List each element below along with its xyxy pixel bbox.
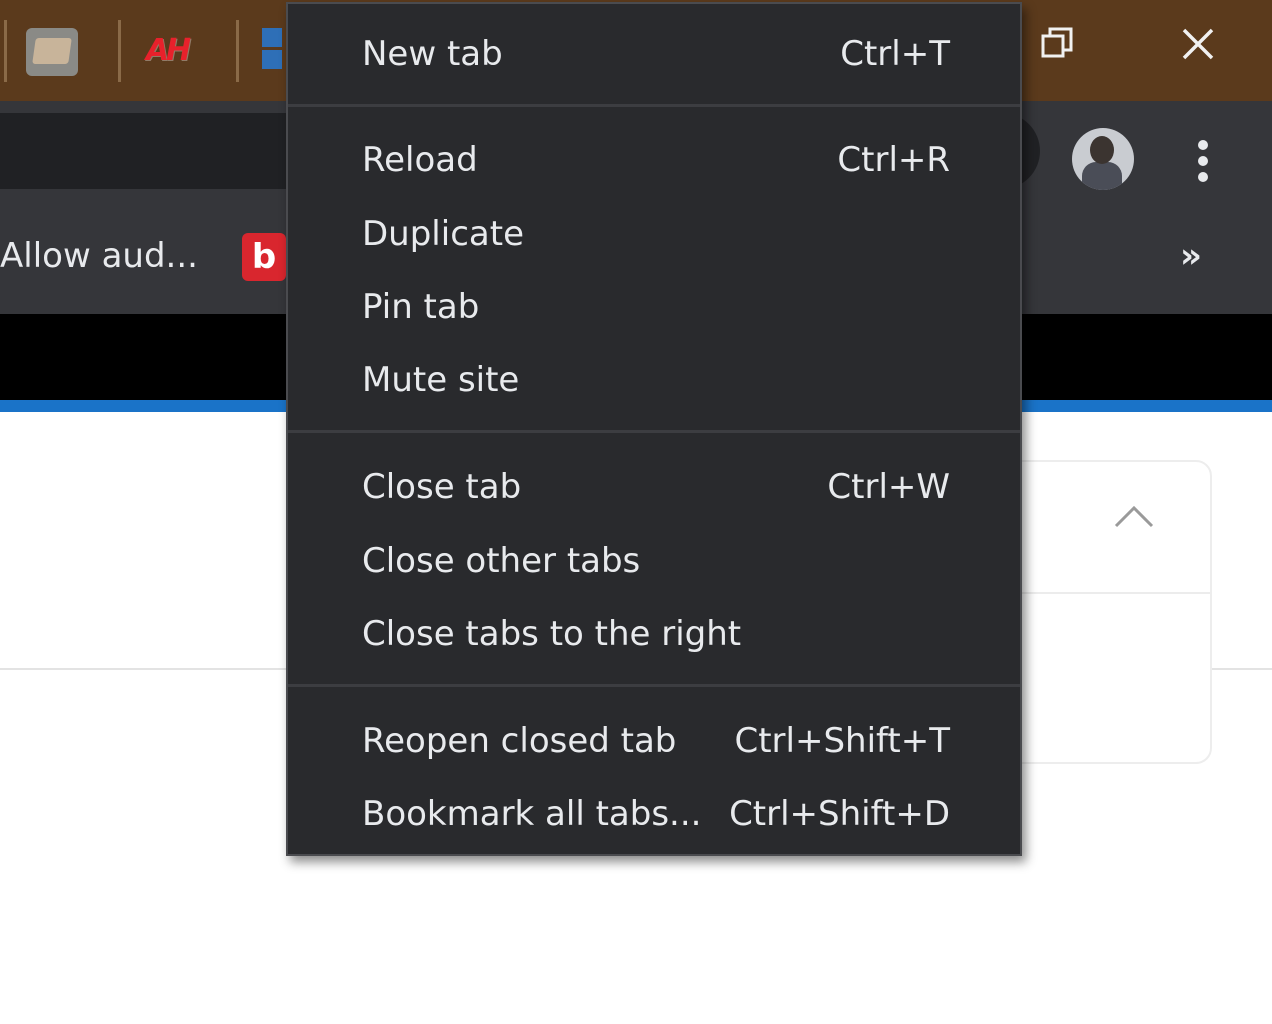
menu-item-label: Reload <box>362 140 478 180</box>
menu-item-shortcut: Ctrl+T <box>840 34 950 74</box>
menu-separator <box>288 684 1020 687</box>
menu-item-mute-site[interactable]: Mute site <box>288 348 1020 412</box>
menu-item-close-other-tabs[interactable]: Close other tabs <box>288 529 1020 593</box>
menu-item-new-tab[interactable]: New tab Ctrl+T <box>288 22 1020 86</box>
menu-item-label: Reopen closed tab <box>362 721 677 761</box>
more-options-icon[interactable] <box>1192 138 1214 184</box>
menu-item-bookmark-all-tabs[interactable]: Bookmark all tabs... Ctrl+Shift+D <box>288 782 1020 846</box>
menu-item-reload[interactable]: Reload Ctrl+R <box>288 128 1020 192</box>
menu-separator <box>288 104 1020 107</box>
ah-favicon-icon[interactable]: AH <box>143 33 191 69</box>
bookmark-allow-audio[interactable]: Allow aud... <box>0 230 198 282</box>
menu-item-close-tabs-right[interactable]: Close tabs to the right <box>288 602 1020 666</box>
screen-favicon-icon[interactable] <box>26 28 78 76</box>
menu-item-shortcut: Ctrl+Shift+T <box>734 721 950 761</box>
tab-context-menu: New tab Ctrl+T Reload Ctrl+R Duplicate P… <box>286 2 1022 856</box>
restore-window-icon[interactable] <box>1040 26 1074 60</box>
menu-item-label: Close other tabs <box>362 541 641 581</box>
menu-item-label: Duplicate <box>362 214 524 254</box>
menu-item-reopen-closed-tab[interactable]: Reopen closed tab Ctrl+Shift+T <box>288 709 1020 773</box>
menu-item-label: Close tabs to the right <box>362 614 742 654</box>
close-window-icon[interactable] <box>1178 24 1218 64</box>
tab-separator <box>118 20 121 82</box>
tab-separator <box>236 20 239 82</box>
menu-item-close-tab[interactable]: Close tab Ctrl+W <box>288 455 1020 519</box>
menu-item-label: New tab <box>362 34 503 74</box>
profile-avatar-icon[interactable] <box>1072 128 1134 190</box>
windows-favicon-icon[interactable] <box>262 28 284 70</box>
bookmarks-overflow-icon[interactable]: » <box>1180 232 1202 280</box>
tab-separator <box>4 20 7 82</box>
b-bookmark-icon[interactable]: b <box>242 233 286 281</box>
menu-item-label: Pin tab <box>362 287 480 327</box>
menu-item-shortcut: Ctrl+Shift+D <box>729 794 950 834</box>
menu-separator <box>288 430 1020 433</box>
menu-item-label: Mute site <box>362 360 520 400</box>
menu-item-label: Close tab <box>362 467 522 507</box>
menu-item-shortcut: Ctrl+W <box>827 467 950 507</box>
chevron-up-icon[interactable] <box>1112 500 1156 530</box>
menu-item-duplicate[interactable]: Duplicate <box>288 202 1020 266</box>
menu-item-label: Bookmark all tabs... <box>362 794 702 834</box>
menu-item-shortcut: Ctrl+R <box>837 140 950 180</box>
menu-item-pin-tab[interactable]: Pin tab <box>288 275 1020 339</box>
